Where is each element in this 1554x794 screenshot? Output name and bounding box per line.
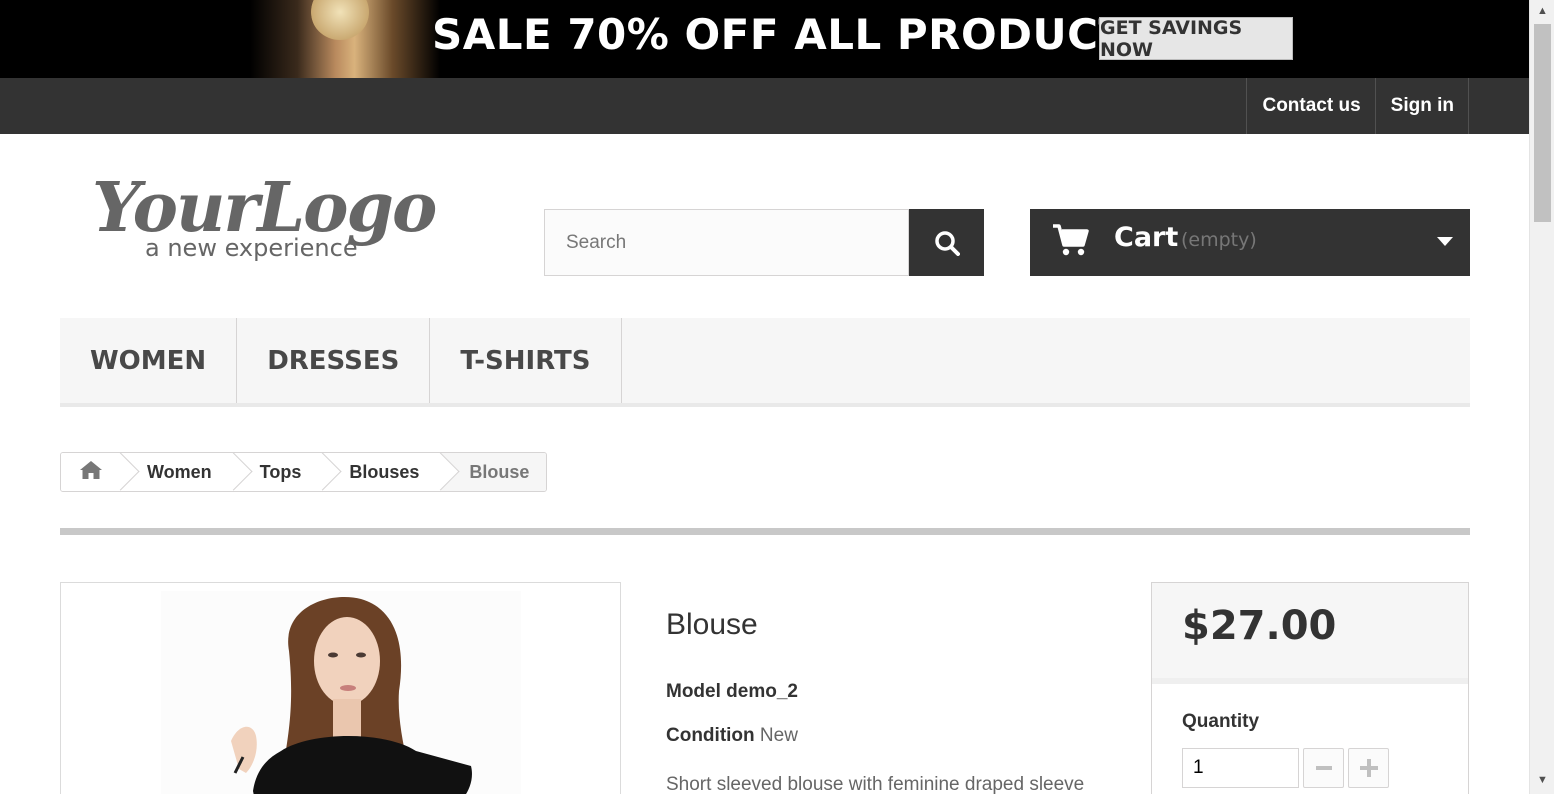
plus-icon [1359,759,1378,777]
top-nav-bar: Contact us Sign in [0,78,1529,134]
condition-label: Condition [666,725,755,746]
product-condition: Condition New [666,725,798,747]
chevron-down-icon [1437,237,1453,246]
minus-icon [1315,766,1332,770]
cart-label: Cart [1114,222,1179,253]
product-image-frame[interactable] [60,582,621,794]
breadcrumb-link-tops[interactable]: Tops [260,462,302,483]
menu-item-women[interactable]: WOMEN [60,318,238,403]
quantity-increase-button[interactable] [1348,748,1389,788]
get-savings-button[interactable]: GET SAVINGS NOW [1099,17,1293,61]
product-title: Blouse [666,608,758,641]
quantity-label: Quantity [1182,711,1260,732]
breadcrumb-link-women[interactable]: Women [147,462,212,483]
top-nav-links: Contact us Sign in [1246,78,1469,134]
condition-value: New [759,725,798,746]
product-price: $27.00 [1182,603,1337,649]
buy-box: $27.00 Quantity [1151,582,1469,794]
cart-status: (empty) [1181,229,1257,251]
price-panel: $27.00 [1152,583,1468,684]
menu-item-tshirts[interactable]: T-SHIRTS [430,318,622,403]
quantity-decrease-button[interactable] [1303,748,1344,788]
scroll-thumb[interactable] [1534,24,1551,222]
site-logo[interactable]: YourLogo a new experience [92,168,447,268]
search-button[interactable] [909,209,984,276]
scroll-up-icon[interactable]: ▲ [1537,6,1548,17]
cart-icon [1053,224,1089,256]
scroll-down-icon[interactable]: ▼ [1537,775,1548,786]
product-description: Short sleeved blouse with feminine drape… [666,774,1085,794]
breadcrumb: Women Tops Blouses Blouse [60,452,548,492]
model-value: demo_2 [726,681,798,702]
breadcrumb-home[interactable] [61,453,121,491]
contact-us-link[interactable]: Contact us [1246,78,1374,134]
product-photo [161,591,521,794]
home-icon [80,460,102,479]
cart-dropdown[interactable]: Cart (empty) [1030,209,1470,276]
quantity-input[interactable] [1182,748,1299,788]
menu-item-dresses[interactable]: DRESSES [237,318,431,403]
sign-in-link[interactable]: Sign in [1374,78,1469,134]
promo-banner[interactable]: SALE 70% OFF ALL PRODUCTS GET SAVINGS NO… [0,0,1529,78]
breadcrumb-link-blouses[interactable]: Blouses [349,462,419,483]
logo-tagline: a new experience [145,234,358,262]
product-model: Model demo_2 [666,681,798,703]
section-divider [60,528,1470,535]
page-scrollbar[interactable]: ▲ ▼ [1529,0,1554,794]
search-icon [934,230,960,256]
model-label: Model [666,681,721,702]
model-illustration [231,596,472,794]
banner-headline: SALE 70% OFF ALL PRODUCTS [432,10,1159,59]
search-input[interactable] [544,209,909,276]
search-bar [544,209,984,276]
main-menu: WOMEN DRESSES T-SHIRTS [60,318,1470,407]
